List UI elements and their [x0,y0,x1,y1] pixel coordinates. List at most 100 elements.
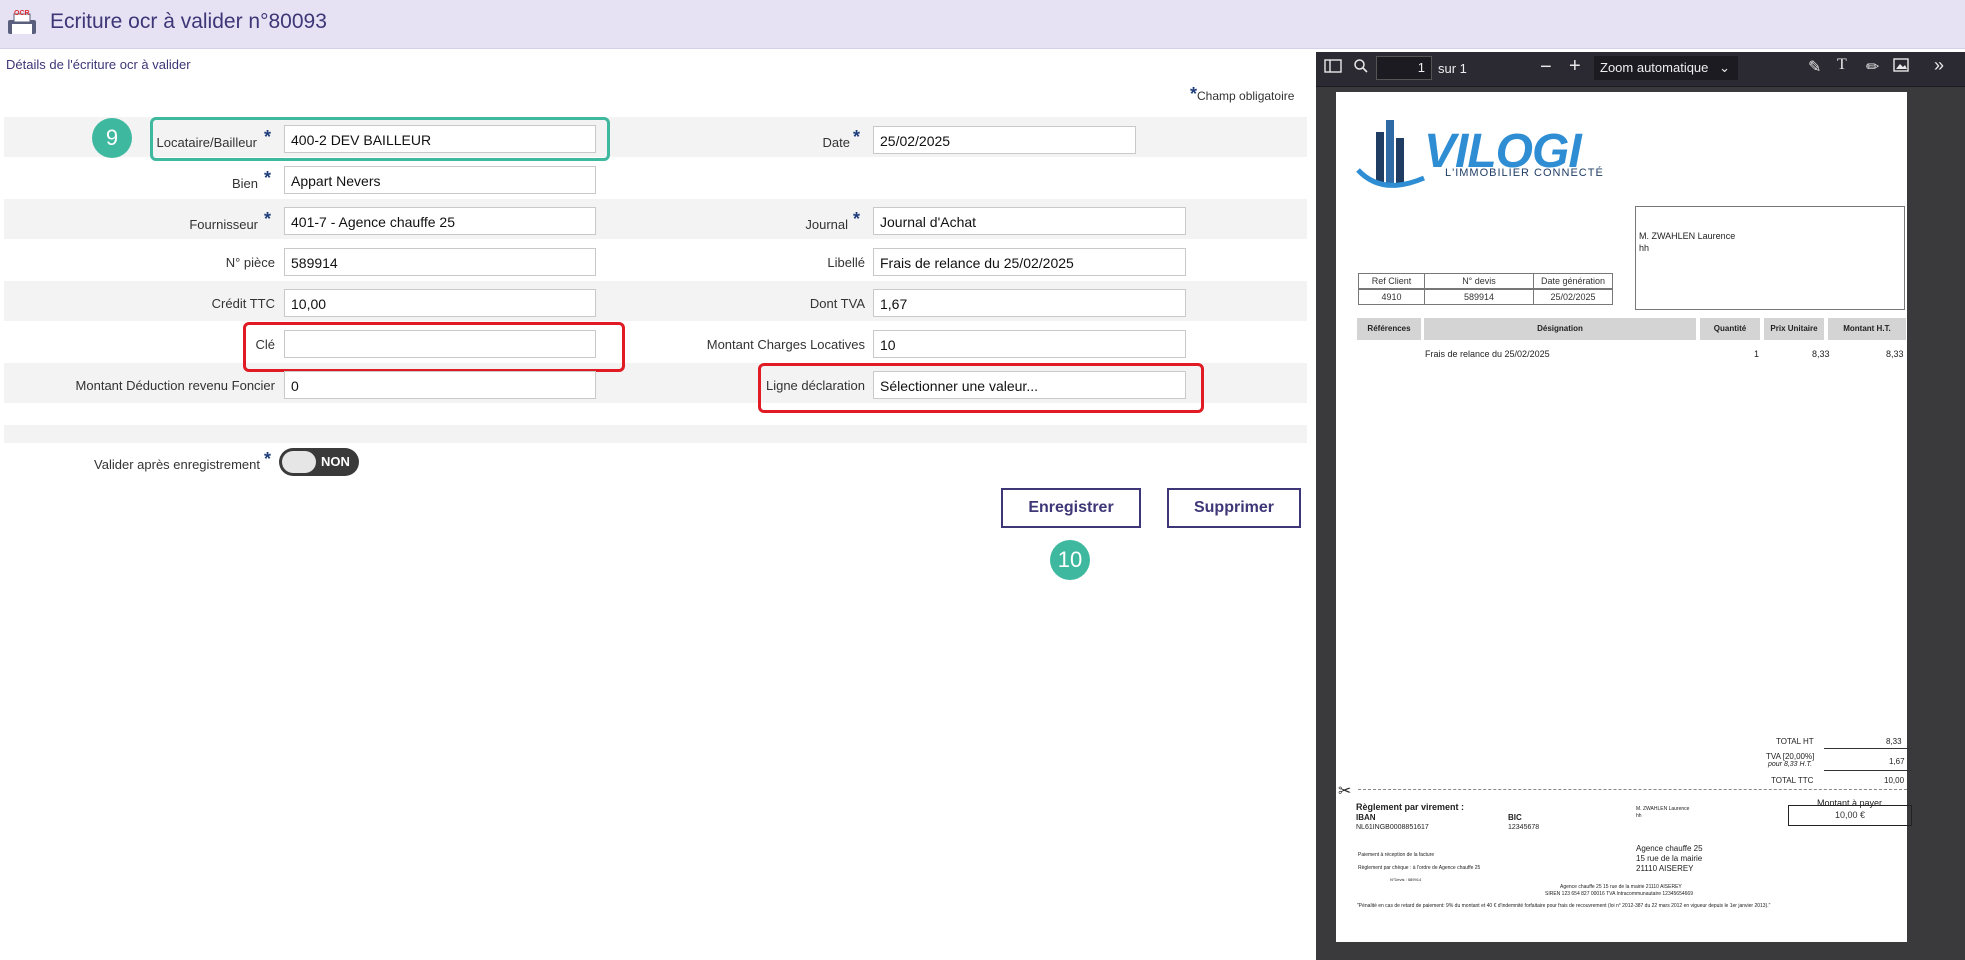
valider-label: Valider après enregistrement [94,457,260,472]
ref-header-cell: N° devis [1424,273,1534,289]
line-unit: 8,33 [1812,349,1830,359]
iban-label: IBAN [1356,813,1376,822]
charges-input[interactable]: 10 [873,330,1186,358]
ref-value-cell: 589914 [1424,289,1534,305]
devis-note: N°Devis : 589914 [1390,877,1422,882]
tva-label: TVA [20,00%] [1766,752,1815,761]
locataire-label: Locataire/Bailleur [156,135,257,150]
zoom-in-icon[interactable]: + [1569,55,1581,78]
delete-button[interactable]: Supprimer [1167,488,1301,528]
ttc-value: 10,00 [1884,776,1905,785]
search-icon[interactable] [1353,58,1369,79]
required-star-icon: * [1190,84,1198,104]
page-total: sur 1 [1438,61,1467,76]
libelle-label: Libellé [827,255,865,270]
more-tools-icon[interactable]: » [1934,55,1944,76]
highlight-icon[interactable]: ✎ [1808,57,1821,77]
piece-input[interactable]: 589914 [284,248,596,276]
cle-input[interactable] [284,330,596,358]
locataire-input[interactable]: 400-2 DEV BAILLEUR [284,125,596,153]
ref-header-cell: Date génération [1533,273,1613,289]
reglement-title: Règlement par virement : [1356,802,1465,812]
required-star-icon: * [264,209,272,229]
tva-label: Dont TVA [809,296,865,311]
recipient-line2: hh [1639,243,1650,253]
chevron-down-icon: ⌄ [1719,60,1730,75]
piece-label: N° pièce [225,255,275,270]
scissors-icon: ✂ [1338,783,1352,800]
bien-input[interactable]: Appart Nevers [284,166,596,194]
footer-line1: Agence chauffe 25 15 rue de la mairie 21… [1560,884,1682,890]
draw-icon[interactable]: ✏ [1866,57,1879,77]
ref-header-cell: Ref Client [1358,273,1425,289]
bien-label: Bien [231,176,258,191]
ocr-app-icon: OCR [6,10,38,38]
total-ht-label: TOTAL HT [1776,737,1814,746]
charges-label: Montant Charges Locatives [706,337,865,352]
montant-box: 10,00 € [1788,805,1912,826]
line-qty: 1 [1754,349,1760,359]
toggle-knob [282,451,316,473]
ligne-select[interactable]: Sélectionner une valeur... [873,371,1186,399]
required-star-icon: * [264,127,272,147]
fournisseur-label: Fournisseur [189,217,258,232]
image-icon[interactable] [1893,58,1909,77]
required-star-icon: * [853,209,861,229]
lines-header-cell: Montant H.T. [1828,318,1906,340]
logo-tagline: L'IMMOBILIER CONNECTÉ [1445,167,1604,179]
toggle-text: NON [321,454,350,469]
paiement-note: Paiement à réception de la facture [1358,852,1435,858]
recipient-name: M. ZWAHLEN Laurence [1639,231,1736,241]
journal-input[interactable]: Journal d'Achat [873,207,1186,235]
valider-toggle[interactable]: NON [279,448,359,476]
agency-street: 15 rue de la mairie [1636,854,1703,863]
slip-name: M. ZWAHLEN Laurence [1636,806,1690,812]
total-divider [1824,770,1912,771]
ligne-label: Ligne déclaration [765,378,865,393]
agency-city: 21110 AISEREY [1636,864,1694,873]
lines-header-cell: Références [1357,318,1421,340]
save-button[interactable]: Enregistrer [1001,488,1141,528]
step-badge-9: 9 [92,118,132,158]
text-icon[interactable]: T [1837,56,1847,74]
sidebar-toggle-icon[interactable] [1324,58,1342,79]
iban-value: NL61INGB0008851617 [1356,824,1429,831]
ref-value-cell: 4910 [1358,289,1425,305]
libelle-input[interactable]: Frais de relance du 25/02/2025 [873,248,1186,276]
credit-input[interactable]: 10,00 [284,289,596,317]
zoom-out-icon[interactable]: − [1540,56,1552,79]
ttc-label: TOTAL TTC [1771,776,1814,785]
agency-name: Agence chauffe 25 [1636,844,1703,853]
page-number-input[interactable]: 1 [1376,56,1432,80]
tva-input[interactable]: 1,67 [873,289,1186,317]
journal-label: Journal [805,217,848,232]
deduction-input[interactable]: 0 [284,371,596,399]
step-badge-10: 10 [1050,540,1090,580]
fournisseur-input[interactable]: 401-7 - Agence chauffe 25 [284,207,596,235]
total-ht-value: 8,33 [1886,737,1902,746]
ref-value-cell: 25/02/2025 [1533,289,1613,305]
line-amount: 8,33 [1886,349,1904,359]
deduction-label: Montant Déduction revenu Foncier [75,378,275,393]
zoom-select[interactable]: Zoom automatique ⌄ [1594,56,1738,80]
total-divider [1824,748,1912,749]
required-star-icon: * [264,168,272,188]
tva-value: 1,67 [1889,757,1905,766]
cut-line [1358,789,1907,790]
date-input[interactable]: 25/02/2025 [873,126,1136,154]
lines-header-cell: Prix Unitaire [1764,318,1824,340]
required-note: *Champ obligatoire [1190,84,1295,104]
cle-label: Clé [255,337,275,352]
page-title: Ecriture ocr à valider n°80093 [50,10,327,33]
bic-label: BIC [1508,813,1522,822]
section-title: Détails de l'écriture ocr à valider [6,57,191,72]
line-designation: Frais de relance du 25/02/2025 [1425,349,1550,359]
footer-line3: "Pénalité en cas de retard de paiement: … [1357,903,1771,909]
footer-line2: SIREN 123 654 827 00016 TVA Intracommuna… [1545,891,1693,897]
required-star-icon: * [853,127,861,147]
form-separator [4,424,1307,443]
lines-header-cell: Désignation [1424,318,1696,340]
lines-header-cell: Quantité [1700,318,1760,340]
required-star-icon: * [264,449,272,469]
recipient-box [1635,206,1905,310]
